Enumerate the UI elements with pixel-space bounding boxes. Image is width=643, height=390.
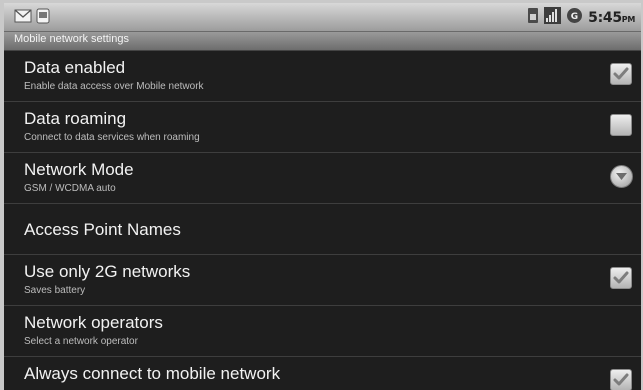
checkbox-checked-icon	[610, 369, 632, 390]
pref-title: Use only 2G networks	[24, 262, 191, 281]
pref-summary: GSM / WCDMA auto	[24, 183, 116, 194]
checkbox-checked-icon	[610, 267, 632, 289]
phone-screen: G 5:45PM Mobile network settings Data en…	[4, 3, 641, 390]
status-time: 5:45PM	[588, 10, 635, 26]
pref-network-operators[interactable]: Network operators Select a network opera…	[4, 306, 641, 357]
pref-title: Network operators	[24, 313, 163, 332]
sim-icon	[527, 7, 539, 28]
svg-text:G: G	[571, 12, 578, 22]
checkbox-checked-icon	[610, 63, 632, 85]
pref-summary: Saves battery	[24, 285, 86, 296]
settings-list: Data enabled Enable data access over Mob…	[4, 51, 641, 390]
clock-time: 5:45	[588, 9, 622, 26]
pref-data-enabled[interactable]: Data enabled Enable data access over Mob…	[4, 51, 641, 102]
pref-summary: Enable data access over Mobile network	[24, 81, 204, 92]
use-only-2g-checkbox[interactable]	[610, 267, 632, 289]
network-mode-dropdown[interactable]	[610, 165, 633, 188]
gmail-icon	[14, 8, 32, 28]
pref-title: Always connect to mobile network	[24, 364, 281, 383]
always-connect-checkbox[interactable]	[610, 369, 632, 390]
pref-access-point-names[interactable]: Access Point Names	[4, 204, 641, 255]
notification-area[interactable]	[14, 8, 50, 28]
clock-ampm: PM	[621, 14, 636, 24]
pref-title: Data roaming	[24, 109, 127, 128]
pref-summary: Connect to data services when roaming	[24, 132, 200, 143]
pref-title: Access Point Names	[24, 220, 181, 239]
title-bar: Mobile network settings	[4, 32, 641, 51]
status-bar: G 5:45PM	[4, 3, 641, 32]
pref-title: Network Mode	[24, 160, 134, 179]
data-enabled-checkbox[interactable]	[610, 63, 632, 85]
signal-icon	[544, 7, 562, 28]
data-roaming-checkbox[interactable]	[610, 114, 632, 136]
pref-summary: Select a network operator	[24, 336, 138, 347]
data-3g-icon: G	[566, 7, 583, 28]
chevron-down-icon	[610, 165, 633, 188]
pref-use-only-2g[interactable]: Use only 2G networks Saves battery	[4, 255, 641, 306]
pref-data-roaming[interactable]: Data roaming Connect to data services wh…	[4, 102, 641, 153]
pref-title: Data enabled	[24, 58, 126, 77]
notification-icon	[36, 8, 50, 28]
pref-network-mode[interactable]: Network Mode GSM / WCDMA auto	[4, 153, 641, 204]
checkbox-unchecked-icon	[610, 114, 632, 136]
pref-always-connect[interactable]: Always connect to mobile network	[4, 357, 641, 390]
page-title: Mobile network settings	[14, 33, 129, 45]
